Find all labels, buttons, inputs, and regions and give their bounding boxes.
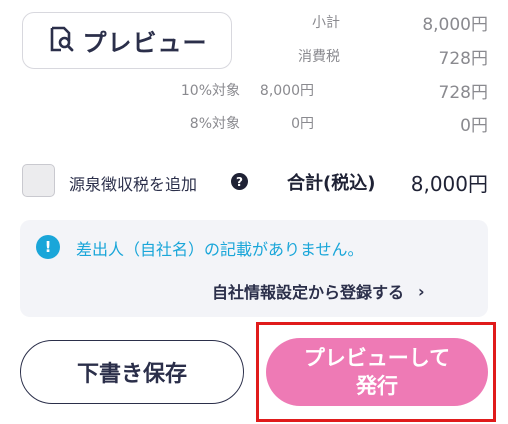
chevron-right-icon: › [418,281,425,301]
save-draft-button[interactable]: 下書き保存 [20,340,244,404]
total-value: 8,000円 [410,172,488,196]
rate-8-label: 8%対象 [189,116,240,132]
subtotal-label: 小計 [312,15,340,31]
document-search-icon [47,25,75,57]
company-settings-link[interactable]: 自社情報設定から登録する › [212,279,425,303]
subtotal-value: 8,000円 [422,15,488,35]
tax-label: 消費税 [298,49,340,65]
withholding-label: 源泉徴収税を追加 [69,175,198,194]
preview-button[interactable]: プレビュー [22,12,232,69]
preview-button-label: プレビュー [82,29,208,57]
sender-alert: ! 差出人（自社名）の記載がありません。 自社情報設定から登録する › [20,220,488,317]
rate-10-tax: 728円 [438,83,488,103]
rate-10-amount: 8,000円 [259,83,314,99]
help-icon[interactable]: ? [231,173,248,190]
alert-message: 差出人（自社名）の記載がありません。 [76,240,364,259]
tax-value: 728円 [438,49,488,69]
company-settings-link-label: 自社情報設定から登録する [212,283,405,302]
rate-8-tax: 0円 [460,116,488,136]
rate-8-amount: 0円 [291,116,314,132]
info-exclamation-icon: ! [36,235,60,259]
total-label: 合計(税込) [287,173,376,194]
preview-and-issue-button[interactable]: プレビューして 発行 [266,338,488,406]
rate-10-label: 10%対象 [180,83,240,99]
withholding-checkbox[interactable] [22,164,55,197]
